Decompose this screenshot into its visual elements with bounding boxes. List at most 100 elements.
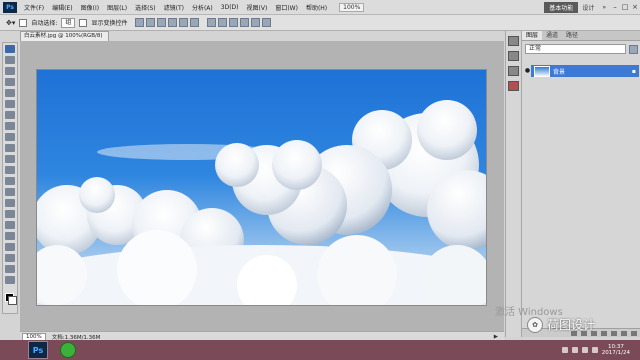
workspace-design-button[interactable]: 设计 [578,3,598,12]
shape-tool-icon[interactable] [5,232,15,240]
options-bar: ✥▾ 自动选择: 组 显示变换控件 [0,15,640,31]
pen-tool-icon[interactable] [5,199,15,207]
layer-name: 背景 [553,68,566,76]
actions-panel-icon[interactable] [507,51,519,61]
taskbar-clock[interactable]: 10:37 2017/1/24 [602,344,630,356]
distribute-center-icon[interactable] [251,18,261,27]
history-brush-icon[interactable] [5,144,15,152]
trash-icon[interactable] [631,330,637,336]
menu-filter[interactable]: 滤镜(T) [160,3,188,12]
visibility-eye-icon[interactable]: ● [524,65,531,77]
marquee-tool-icon[interactable] [5,56,15,64]
auto-select-label: 自动选择: [31,20,58,27]
close-icon[interactable]: × [630,3,640,11]
tab-channels[interactable]: 通道 [542,31,562,40]
quick-select-tool-icon[interactable] [5,78,15,86]
menu-layer[interactable]: 图层(L) [103,3,131,12]
blur-tool-icon[interactable] [5,177,15,185]
crop-tool-icon[interactable] [5,89,15,97]
blend-mode-dropdown[interactable]: 正常 [525,44,626,54]
history-panel-icon[interactable] [507,36,519,46]
align-right-icon[interactable] [190,18,200,27]
3d-rotate-icon[interactable] [5,243,15,251]
align-bottom-icon[interactable] [157,18,167,27]
distribute-right-icon[interactable] [262,18,272,27]
auto-select-checkbox[interactable] [19,18,28,27]
path-select-icon[interactable] [5,221,15,229]
eyedropper-tool-icon[interactable] [5,100,15,108]
3d-orbit-icon[interactable] [5,254,15,262]
new-layer-icon[interactable] [621,330,627,336]
flag-icon[interactable] [571,347,578,353]
brand-watermark: ✿ 荷图设计 [527,316,595,333]
menu-edit[interactable]: 编辑(E) [48,3,76,12]
background-color-swatch[interactable] [8,296,17,305]
cloud-photo[interactable] [37,70,486,305]
volume-icon[interactable] [591,347,598,353]
align-middle-icon[interactable] [146,18,156,27]
minimize-icon[interactable]: – [610,3,620,11]
zoom-tool-icon[interactable] [5,276,15,284]
show-transform-checkbox[interactable] [79,18,88,27]
menu-view[interactable]: 视图(V) [243,3,272,12]
properties-panel-icon[interactable] [507,66,519,76]
menu-3d[interactable]: 3D(D) [217,4,243,11]
move-tool-icon[interactable] [5,45,15,53]
opacity-icon[interactable] [629,44,638,54]
layers-panel: 图层 通道 路径 正常 ● 背景 ▪ [521,31,640,337]
gradient-tool-icon[interactable] [5,166,15,174]
maximize-icon[interactable]: □ [620,3,630,11]
status-menu-arrow-icon[interactable]: ▶ [494,334,498,340]
dodge-tool-icon[interactable] [5,188,15,196]
menu-select[interactable]: 选择(S) [131,3,160,12]
new-group-icon[interactable] [611,330,617,336]
brush-tool-icon[interactable] [5,122,15,130]
panel-tabs: 图层 通道 路径 [522,31,640,41]
menu-bar: Ps 文件(F) 编辑(E) 图像(I) 图层(L) 选择(S) 滤镜(T) 分… [0,0,640,15]
healing-brush-icon[interactable] [5,111,15,119]
browser-taskbar-icon[interactable] [60,342,76,358]
type-tool-icon[interactable] [5,210,15,218]
clock-date: 2017/1/24 [601,350,630,356]
move-tool-icon[interactable]: ✥▾ [6,19,15,27]
tab-layers[interactable]: 图层 [522,31,543,40]
menu-image[interactable]: 图像(I) [77,3,103,12]
layer-row[interactable]: ● 背景 ▪ [524,65,639,77]
clone-stamp-icon[interactable] [5,133,15,141]
show-transform-label: 显示变换控件 [91,20,128,27]
adjustments-panel-icon[interactable] [507,81,519,91]
lasso-tool-icon[interactable] [5,67,15,75]
distribute-left-icon[interactable] [240,18,250,27]
layer-thumbnail [534,65,550,77]
distribute-middle-icon[interactable] [218,18,228,27]
distribute-buttons [207,18,272,27]
distribute-bottom-icon[interactable] [229,18,239,27]
menu-analysis[interactable]: 分析(A) [188,3,217,12]
tray-up-arrow-icon[interactable] [561,347,568,353]
tab-paths[interactable]: 路径 [562,31,582,40]
eraser-tool-icon[interactable] [5,155,15,163]
lock-icon: ▪ [631,67,636,75]
align-top-icon[interactable] [135,18,145,27]
menu-window[interactable]: 窗口(W) [271,3,302,12]
taskbar: Ps 10:37 2017/1/24 [0,340,640,360]
align-left-icon[interactable] [168,18,178,27]
menu-help[interactable]: 帮助(H) [302,3,331,12]
blend-mode-row: 正常 [522,41,640,57]
workspace-more-button[interactable]: » [598,4,610,11]
align-center-icon[interactable] [179,18,189,27]
zoom-level-select[interactable]: 100% [339,2,365,12]
panel-icon-strip [505,31,520,337]
auto-select-dropdown[interactable]: 组 [61,17,76,28]
photoshop-taskbar-button[interactable]: Ps [28,341,48,359]
system-tray: 10:37 2017/1/24 [561,344,634,356]
document-tab[interactable]: 白云素材.jpg @ 100%(RGB/8) [20,31,109,41]
distribute-top-icon[interactable] [207,18,217,27]
menu-file[interactable]: 文件(F) [20,3,48,12]
workspace-essentials-button[interactable]: 基本功能 [544,1,579,13]
hand-tool-icon[interactable] [5,265,15,273]
adjustment-layer-icon[interactable] [601,330,607,336]
photoshop-logo: Ps [3,1,17,13]
network-icon[interactable] [581,347,588,353]
brand-logo-icon: ✿ [527,316,543,333]
